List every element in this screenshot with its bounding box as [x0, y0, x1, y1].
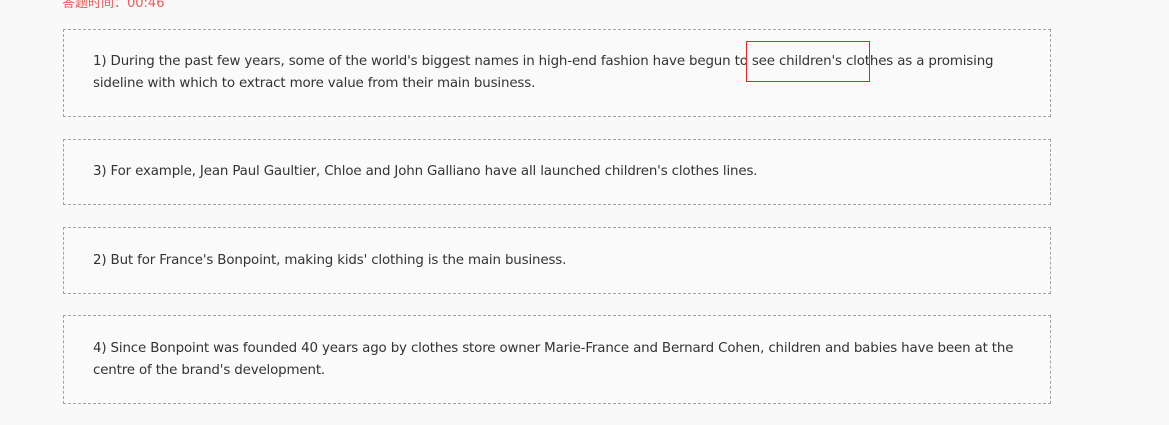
sentence-card-2[interactable]: 2) But for France's Bonpoint, making kid… — [63, 227, 1051, 294]
sentence-card-3[interactable]: 3) For example, Jean Paul Gaultier, Chlo… — [63, 139, 1051, 205]
sentence-card-1[interactable]: 1) During the past few years, some of th… — [63, 29, 1051, 117]
sentence-text: 1) During the past few years, some of th… — [93, 54, 994, 91]
sentence-text: 2) But for France's Bonpoint, making kid… — [93, 253, 567, 268]
sentence-text: 4) Since Bonpoint was founded 40 years a… — [93, 341, 1014, 378]
sentence-text: 3) For example, Jean Paul Gaultier, Chlo… — [93, 164, 758, 179]
answer-timer: 答题时间：00:46 — [62, 0, 165, 11]
sentence-card-4[interactable]: 4) Since Bonpoint was founded 40 years a… — [63, 315, 1051, 404]
keyword-highlight-box — [746, 41, 870, 82]
